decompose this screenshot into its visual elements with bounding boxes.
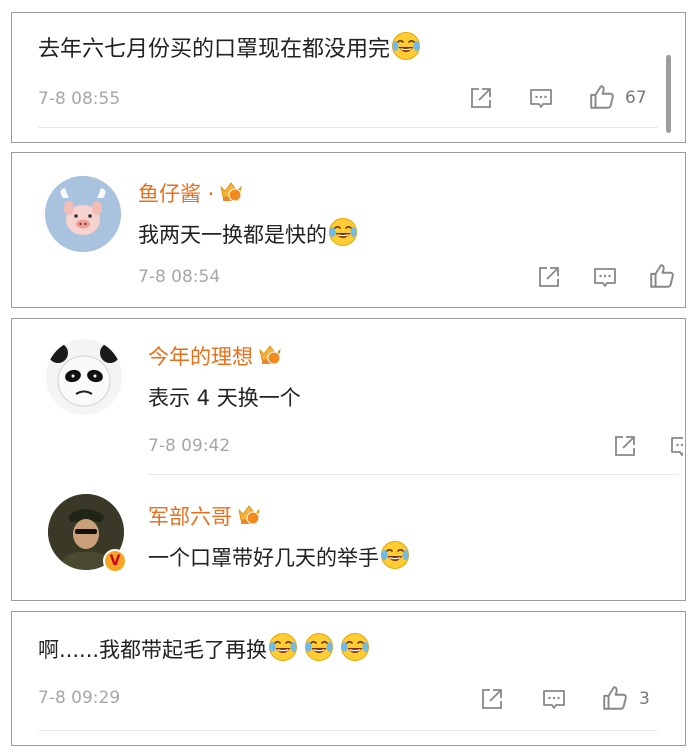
like-count: 67 [625,88,647,108]
crown-badge-icon [236,502,262,528]
username-text: 鱼仔酱 · [138,182,215,206]
post-text-content: 去年六七月份买的口罩现在都没用完 [38,37,391,62]
crown-badge-icon [257,342,283,368]
comment-username[interactable]: 军部六哥 [148,501,262,531]
reply-text-content: 啊......我都带起毛了再换 [38,638,268,662]
avatar-pig[interactable] [45,176,121,252]
post-card: 去年六七月份买的口罩现在都没用完 7-8 08:55 67 [11,12,686,143]
comment-timestamp: 7-8 09:42 [148,436,231,456]
avatar-panda-meme[interactable] [46,339,122,415]
share-icon[interactable] [612,433,638,459]
username-text: 军部六哥 [148,505,232,529]
laughing-crying-emoji-icon [340,632,370,662]
post-text: 去年六七月份买的口罩现在都没用完 [38,31,421,63]
like-icon[interactable] [601,684,629,712]
scrollbar[interactable] [666,55,671,133]
comment-timestamp: 7-8 08:54 [138,267,221,287]
divider [38,127,658,128]
laughing-crying-emoji-icon [380,540,410,570]
laughing-crying-emoji-icon [391,31,421,61]
comment-icon[interactable] [592,264,618,290]
comment-username[interactable]: 鱼仔酱 · [138,178,244,208]
share-icon[interactable] [468,85,494,111]
laughing-crying-emoji-icon [268,632,298,662]
reply-card: 啊......我都带起毛了再换 7-8 09:29 3 [11,611,686,746]
share-icon[interactable] [479,686,505,712]
comment-icon[interactable] [528,85,554,111]
comment-text-content: 我两天一换都是快的 [138,223,327,247]
reply-text: 啊......我都带起毛了再换 [38,632,370,664]
laughing-crying-emoji-icon [328,217,358,247]
divider [148,474,678,475]
verified-badge: V [103,549,127,573]
comment-text: 我两天一换都是快的 [138,217,358,249]
reply-timestamp: 7-8 09:29 [38,688,121,708]
like-icon[interactable] [648,262,676,290]
divider [38,730,658,731]
comment-text: 一个口罩带好几天的举手 [148,540,410,572]
comment-text: 表示 4 天换一个 [148,386,301,410]
crown-badge-icon [218,179,244,205]
comment-icon[interactable] [541,686,567,712]
comment-icon-partial[interactable] [669,433,683,459]
like-count: 3 [639,689,650,709]
share-icon[interactable] [536,264,562,290]
comment-card: 鱼仔酱 · 我两天一换都是快的 7-8 08:54 [11,152,686,308]
comment-text-content: 一个口罩带好几天的举手 [148,546,379,570]
username-text: 今年的理想 [148,345,253,369]
post-timestamp: 7-8 08:55 [38,89,121,109]
laughing-crying-emoji-icon [304,632,334,662]
like-icon[interactable] [588,83,616,111]
comment-card: 今年的理想 表示 4 天换一个 7-8 09:42 V 军部六哥 一个口罩带好几… [11,318,686,601]
comment-username[interactable]: 今年的理想 [148,341,283,371]
